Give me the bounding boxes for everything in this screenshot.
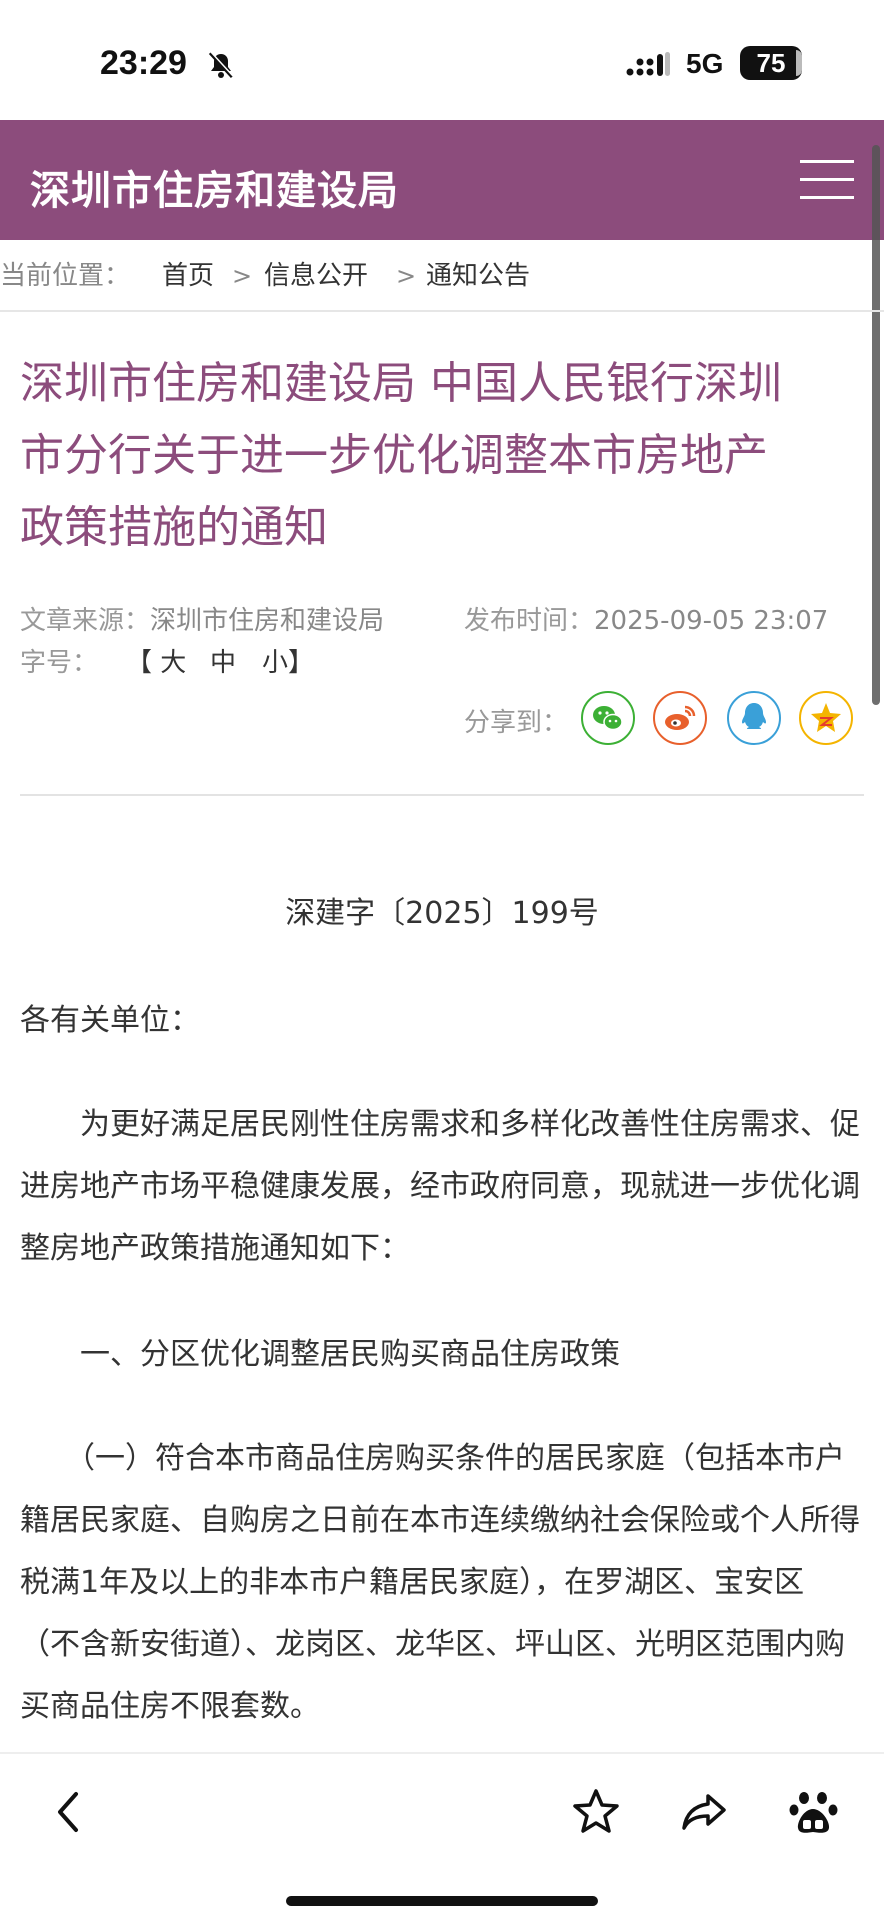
- page: 23:29 5G 75 深圳市住房和建设局 当前位置： 首页 > 信息公开 > …: [0, 0, 884, 1920]
- status-time: 23:29: [100, 44, 187, 82]
- menu-icon-bar: [800, 178, 854, 181]
- article-title-line: 市分行关于进一步优化调整本市房地产: [20, 430, 768, 481]
- wechat-icon: [581, 691, 635, 745]
- back-button[interactable]: [40, 1782, 100, 1842]
- font-size-label: 字号：: [20, 648, 99, 678]
- menu-icon-bar: [800, 196, 854, 199]
- source-label: 文章来源：: [20, 606, 151, 636]
- share-wechat-button[interactable]: [580, 690, 636, 746]
- share-arrow-icon: [682, 1794, 726, 1830]
- article-publish-time: 发布时间：2025-09-05 23:07: [464, 600, 828, 637]
- breadcrumb-info-public[interactable]: 信息公开: [264, 240, 368, 312]
- salutation: 各有关单位：: [20, 1003, 200, 1038]
- site-title[interactable]: 深圳市住房和建设局: [30, 158, 399, 216]
- divider: [20, 794, 864, 796]
- chevron-left-icon: [58, 1792, 78, 1832]
- qzone-icon: [799, 691, 853, 745]
- weibo-icon: [653, 691, 707, 745]
- menu-icon: [800, 160, 854, 163]
- breadcrumb-separator: >: [396, 262, 417, 290]
- font-size-large[interactable]: 【 大: [126, 642, 186, 679]
- share-qq-button[interactable]: [726, 690, 782, 746]
- document-number: 深建字〔2025〕199号: [285, 896, 599, 931]
- home-indicator[interactable]: [286, 1896, 598, 1906]
- battery-tip: [796, 50, 802, 76]
- signal-icon: [626, 52, 670, 76]
- bookmark-button[interactable]: [566, 1782, 626, 1842]
- battery-level: 75: [740, 46, 802, 80]
- baidu-button[interactable]: [784, 1782, 844, 1842]
- breadcrumb-home[interactable]: 首页: [162, 240, 214, 312]
- share-label: 分享到：: [464, 708, 569, 738]
- share-weibo-button[interactable]: [652, 690, 708, 746]
- body-paragraph: （一）符合本市商品住房购买条件的居民家庭（包括本市户籍居民家庭、自购房之日前在本…: [20, 1441, 860, 1724]
- publish-time-value: 2025-09-05 23:07: [594, 606, 829, 636]
- article-source: 文章来源：深圳市住房和建设局: [20, 600, 384, 637]
- font-size-small[interactable]: 小】: [262, 642, 314, 679]
- breadcrumb-separator: >: [232, 262, 253, 290]
- publish-time-label: 发布时间：: [464, 606, 595, 636]
- article-title: 深圳市住房和建设局 中国人民银行深圳 市分行关于进一步优化调整本市房地产 政策措…: [20, 348, 870, 564]
- breadcrumb-prefix: 当前位置：: [0, 261, 131, 291]
- browser-bottom-bar: [0, 1752, 884, 1920]
- status-bar: 23:29 5G 75: [0, 0, 884, 120]
- qq-icon: [727, 691, 781, 745]
- share-button[interactable]: [674, 1782, 734, 1842]
- network-type: 5G: [686, 48, 724, 79]
- breadcrumb-notices[interactable]: 通知公告: [426, 240, 530, 312]
- site-header: 深圳市住房和建设局: [0, 120, 884, 240]
- bell-muted-icon: [208, 51, 234, 79]
- share-qzone-button[interactable]: [798, 690, 854, 746]
- article-title-line: 深圳市住房和建设局 中国人民银行深圳: [20, 358, 782, 409]
- article-title-line: 政策措施的通知: [20, 502, 328, 553]
- breadcrumb: 当前位置： 首页 > 信息公开 > 通知公告: [0, 240, 884, 312]
- menu-button[interactable]: [800, 160, 854, 200]
- font-size-medium[interactable]: 中: [210, 642, 236, 679]
- source-value: 深圳市住房和建设局: [150, 606, 385, 636]
- star-icon: [573, 1789, 619, 1833]
- scrollbar-thumb[interactable]: [872, 145, 880, 705]
- scrollbar[interactable]: [872, 145, 880, 705]
- section-heading: 一、分区优化调整居民购买商品住房政策: [20, 1337, 620, 1372]
- body-paragraph: 为更好满足居民刚性住房需求和多样化改善性住房需求、促进房地产市场平稳健康发展，经…: [20, 1107, 860, 1266]
- baidu-paw-icon: [789, 1792, 838, 1833]
